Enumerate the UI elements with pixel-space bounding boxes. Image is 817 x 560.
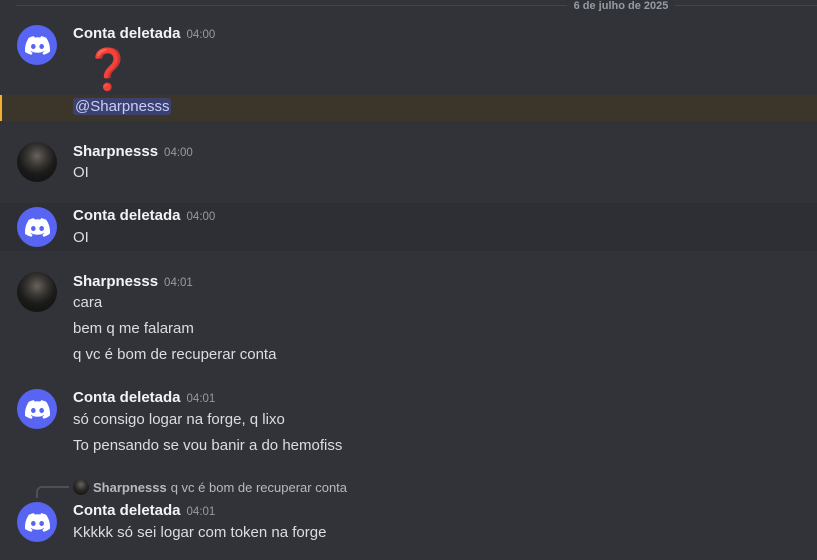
message-text: OI bbox=[73, 229, 89, 246]
message-text: q vc é bom de recuperar conta bbox=[73, 346, 277, 363]
username[interactable]: Conta deletada bbox=[73, 207, 181, 224]
deleted-user-avatar[interactable] bbox=[17, 389, 57, 429]
reply-avatar bbox=[73, 479, 89, 495]
deleted-user-avatar[interactable] bbox=[17, 25, 57, 65]
message-group: Sharpnesss 04:01 cara bem q me falaram q … bbox=[0, 267, 817, 369]
question-mark-emoji: ❓ bbox=[83, 47, 133, 93]
discord-logo-icon bbox=[24, 512, 50, 532]
timestamp: 04:01 bbox=[186, 393, 216, 405]
date-divider-label: 6 de julho de 2025 bbox=[567, 1, 675, 11]
timestamp: 04:00 bbox=[186, 211, 216, 223]
timestamp: 04:00 bbox=[186, 29, 216, 41]
message-header: Conta deletada 04:01 bbox=[73, 502, 215, 520]
message-header: Conta deletada 04:00 bbox=[73, 207, 215, 225]
message-text: To pensando se vou banir a do hemofiss bbox=[73, 437, 343, 454]
message-header: Sharpnesss 04:01 bbox=[73, 273, 193, 291]
username[interactable]: Sharpnesss bbox=[73, 273, 158, 290]
mention-highlight-row: @Sharpnesss bbox=[0, 95, 817, 121]
reply-text: q vc é bom de recuperar conta bbox=[170, 479, 348, 495]
message-text: só consigo logar na forge, q lixo bbox=[73, 411, 285, 428]
username[interactable]: Conta deletada bbox=[73, 389, 181, 406]
message-text: cara bbox=[73, 294, 103, 311]
message-text: Kkkkk só sei logar com token na forge bbox=[73, 524, 327, 541]
message-header: Conta deletada 04:00 bbox=[73, 25, 215, 43]
username[interactable]: Conta deletada bbox=[73, 502, 181, 519]
user-avatar[interactable] bbox=[17, 272, 57, 312]
message-header: Conta deletada 04:01 bbox=[73, 389, 215, 407]
discord-logo-icon bbox=[24, 35, 50, 55]
timestamp: 04:01 bbox=[186, 506, 216, 518]
reply-preview[interactable]: Sharpnesss q vc é bom de recuperar conta bbox=[73, 479, 347, 495]
discord-logo-icon bbox=[24, 399, 50, 419]
username[interactable]: Conta deletada bbox=[73, 25, 181, 42]
timestamp: 04:01 bbox=[164, 277, 193, 289]
message-group: Sharpnesss 04:00 OI bbox=[0, 137, 817, 189]
timestamp: 04:00 bbox=[164, 147, 193, 159]
reply-username: Sharpnesss bbox=[93, 479, 167, 495]
mention-bar bbox=[0, 95, 2, 121]
message-text: bem q me falaram bbox=[73, 320, 194, 337]
date-divider: 6 de julho de 2025 bbox=[16, 1, 817, 11]
user-avatar[interactable] bbox=[17, 142, 57, 182]
message-group: Conta deletada 04:00 OI bbox=[0, 203, 817, 251]
message-group: Conta deletada 04:01 só consigo logar na … bbox=[0, 384, 817, 464]
deleted-user-avatar[interactable] bbox=[17, 207, 57, 247]
message-header: Sharpnesss 04:00 bbox=[73, 143, 193, 161]
discord-logo-icon bbox=[24, 217, 50, 237]
username[interactable]: Sharpnesss bbox=[73, 143, 158, 160]
deleted-user-avatar[interactable] bbox=[17, 502, 57, 542]
message-text: OI bbox=[73, 164, 89, 181]
user-mention[interactable]: @Sharpnesss bbox=[73, 98, 172, 115]
message-group: Conta deletada 04:01 Kkkkk só sei logar c… bbox=[0, 497, 817, 549]
